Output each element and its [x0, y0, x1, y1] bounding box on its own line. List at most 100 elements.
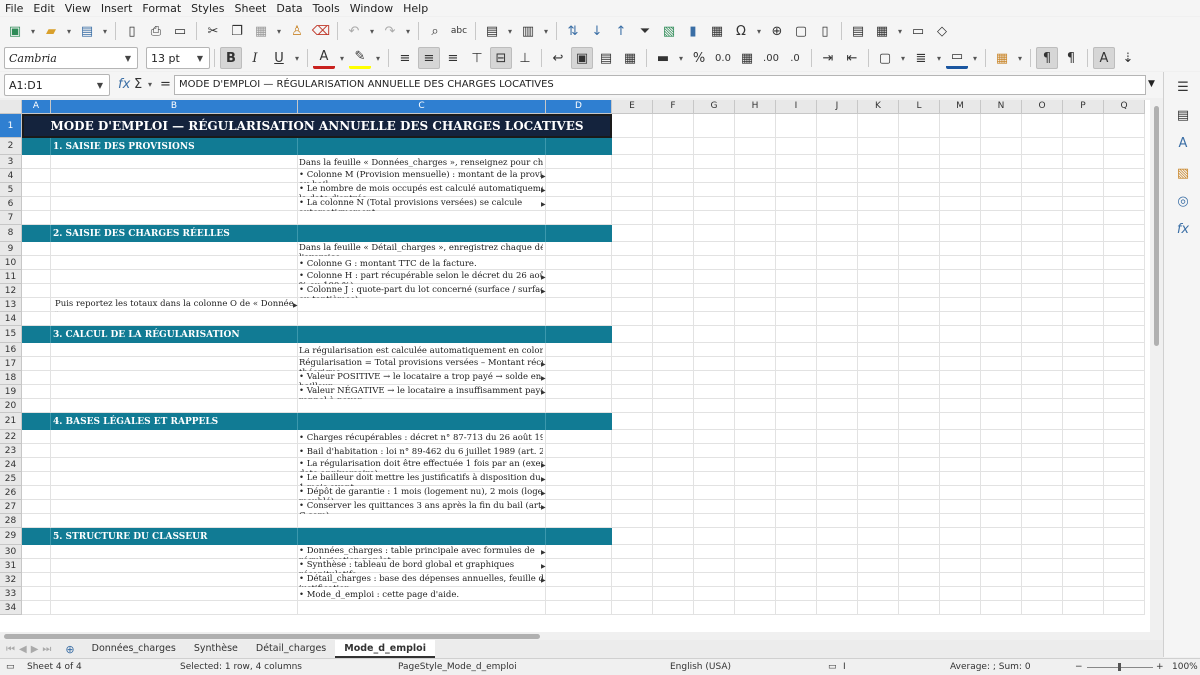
cell[interactable] — [298, 312, 546, 326]
cell[interactable] — [1022, 242, 1063, 256]
cell[interactable] — [899, 169, 940, 183]
cell[interactable] — [817, 225, 858, 242]
cell[interactable] — [981, 601, 1022, 615]
cell[interactable] — [817, 430, 858, 444]
cell[interactable] — [546, 472, 612, 486]
cell[interactable] — [776, 298, 817, 312]
cell[interactable] — [899, 458, 940, 472]
column-header-a[interactable]: A — [22, 100, 51, 114]
cell[interactable] — [1104, 270, 1145, 284]
cell[interactable] — [940, 357, 981, 371]
cell[interactable] — [735, 472, 776, 486]
cell[interactable] — [612, 242, 653, 256]
cell[interactable] — [653, 559, 694, 573]
cell[interactable] — [546, 500, 612, 514]
cell[interactable] — [1022, 514, 1063, 528]
cell[interactable] — [653, 528, 694, 545]
align-left-icon[interactable]: ≡ — [394, 47, 416, 69]
cell[interactable] — [776, 371, 817, 385]
cell[interactable] — [653, 138, 694, 155]
cell[interactable] — [817, 357, 858, 371]
row-header-34[interactable]: 34 — [0, 601, 22, 615]
cell[interactable] — [1022, 573, 1063, 587]
scroll-next-sheet-icon[interactable]: ▶ — [31, 644, 39, 655]
cell[interactable] — [981, 545, 1022, 559]
cell[interactable] — [981, 183, 1022, 197]
cell[interactable] — [22, 399, 51, 413]
cell[interactable] — [981, 385, 1022, 399]
cell[interactable] — [653, 242, 694, 256]
cell[interactable] — [546, 514, 612, 528]
paste-dropdown-icon[interactable]: ▾ — [274, 20, 284, 42]
menu-window[interactable]: Window — [345, 0, 398, 16]
cell[interactable] — [694, 211, 735, 225]
cell[interactable] — [612, 183, 653, 197]
cell[interactable] — [899, 528, 940, 545]
cell[interactable] — [22, 587, 51, 601]
increase-indent-icon[interactable]: ⇥ — [817, 47, 839, 69]
column-header-b[interactable]: B — [51, 100, 298, 114]
cell[interactable] — [776, 183, 817, 197]
zoom-in-icon[interactable]: + — [1156, 662, 1164, 672]
cell[interactable] — [981, 444, 1022, 458]
cell[interactable] — [653, 197, 694, 211]
cell[interactable] — [817, 298, 858, 312]
cell[interactable] — [653, 270, 694, 284]
cell[interactable] — [1104, 545, 1145, 559]
cell[interactable] — [1063, 326, 1104, 343]
cell[interactable] — [940, 528, 981, 545]
cell[interactable] — [1022, 587, 1063, 601]
scroll-prev-sheet-icon[interactable]: ◀ — [19, 644, 27, 655]
cell[interactable] — [1063, 312, 1104, 326]
cell[interactable] — [694, 242, 735, 256]
row-dropdown-icon[interactable]: ▾ — [505, 20, 515, 42]
cell[interactable] — [612, 559, 653, 573]
formula-icon[interactable]: = — [160, 77, 171, 92]
cell[interactable] — [981, 242, 1022, 256]
navigator-icon[interactable]: ◎ — [1175, 194, 1191, 210]
cell[interactable] — [612, 114, 653, 138]
cell[interactable] — [776, 573, 817, 587]
text-orientation-icon[interactable]: A — [1093, 47, 1115, 69]
cell[interactable] — [899, 545, 940, 559]
cell[interactable] — [653, 444, 694, 458]
undo-dropdown-icon[interactable]: ▾ — [367, 20, 377, 42]
cell[interactable] — [940, 343, 981, 357]
cell[interactable] — [1022, 155, 1063, 169]
cell[interactable] — [1063, 343, 1104, 357]
cell[interactable] — [735, 298, 776, 312]
row-header-19[interactable]: 19 — [0, 385, 22, 399]
cell[interactable] — [940, 225, 981, 242]
cell[interactable] — [735, 587, 776, 601]
cell[interactable] — [51, 472, 298, 486]
cell[interactable] — [694, 458, 735, 472]
cell[interactable] — [817, 528, 858, 545]
cell[interactable] — [858, 486, 899, 500]
menu-format[interactable]: Format — [137, 0, 186, 16]
delete-decimal-icon[interactable]: .0 — [784, 47, 806, 69]
cell[interactable] — [1022, 183, 1063, 197]
name-box[interactable]: A1:D1 ▼ — [4, 74, 110, 96]
row-header-33[interactable]: 33 — [0, 587, 22, 601]
cell[interactable] — [22, 444, 51, 458]
cell[interactable] — [1022, 284, 1063, 298]
menu-insert[interactable]: Insert — [96, 0, 138, 16]
cell[interactable] — [1104, 312, 1145, 326]
cell[interactable] — [735, 528, 776, 545]
cell[interactable] — [22, 169, 51, 183]
cell[interactable] — [940, 211, 981, 225]
cell[interactable] — [735, 197, 776, 211]
decrease-indent-icon[interactable]: ⇤ — [841, 47, 863, 69]
cell-text[interactable]: • Colonne M (Provision mensuelle) : mont… — [299, 169, 543, 183]
cell-text[interactable]: • Valeur POSITIVE → le locataire a trop … — [299, 371, 543, 385]
cell[interactable] — [1022, 270, 1063, 284]
cell[interactable] — [694, 587, 735, 601]
save-icon[interactable]: ▤ — [76, 20, 98, 42]
cell[interactable] — [776, 155, 817, 169]
cell[interactable] — [694, 225, 735, 242]
cell[interactable] — [1022, 413, 1063, 430]
cell[interactable] — [546, 458, 612, 472]
cell[interactable] — [817, 312, 858, 326]
cell[interactable] — [735, 242, 776, 256]
cell[interactable] — [899, 211, 940, 225]
